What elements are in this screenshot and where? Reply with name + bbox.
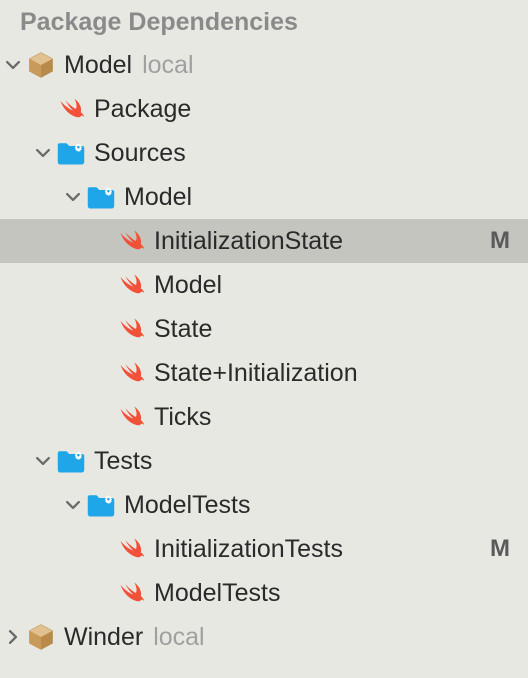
tree-sublabel: local [142, 51, 193, 80]
tree-row-initializationstate[interactable]: InitializationState M [0, 219, 528, 263]
tree-label: InitializationState [154, 227, 343, 256]
tree-row-model-package[interactable]: Model local [0, 43, 528, 87]
tree-label: Tests [94, 447, 152, 476]
disclosure-spacer [90, 536, 116, 562]
tree-row-model-file[interactable]: Model [0, 263, 528, 307]
tree-row-modeltests-folder[interactable]: ModelTests [0, 483, 528, 527]
swift-icon [116, 578, 146, 608]
swift-icon [116, 226, 146, 256]
disclosure-spacer [90, 272, 116, 298]
swift-icon [116, 534, 146, 564]
tree-label: Package [94, 95, 191, 124]
chevron-right-icon[interactable] [0, 624, 26, 650]
tree-label: State [154, 315, 212, 344]
package-icon [26, 50, 56, 80]
folder-gear-icon [56, 138, 86, 168]
tree-label: ModelTests [124, 491, 250, 520]
disclosure-spacer [90, 228, 116, 254]
project-navigator: Package Dependencies Model local Package… [0, 0, 528, 659]
tree-label: InitializationTests [154, 535, 343, 564]
tree-label: Model [124, 183, 192, 212]
disclosure-spacer [30, 96, 56, 122]
tree-row-ticks-file[interactable]: Ticks [0, 395, 528, 439]
chevron-down-icon[interactable] [30, 140, 56, 166]
tree-row-sources-model-folder[interactable]: Model [0, 175, 528, 219]
swift-icon [116, 358, 146, 388]
scm-status-badge: M [490, 535, 514, 563]
folder-gear-icon [86, 182, 116, 212]
folder-gear-icon [56, 446, 86, 476]
tree-row-sources-folder[interactable]: Sources [0, 131, 528, 175]
tree-row-state-file[interactable]: State [0, 307, 528, 351]
tree-row-modeltests-file[interactable]: ModelTests [0, 571, 528, 615]
chevron-down-icon[interactable] [30, 448, 56, 474]
tree-sublabel: local [153, 623, 204, 652]
swift-icon [116, 402, 146, 432]
tree-row-state-initialization-file[interactable]: State+Initialization [0, 351, 528, 395]
package-icon [26, 622, 56, 652]
scm-status-badge: M [490, 227, 514, 255]
swift-icon [116, 270, 146, 300]
tree-row-tests-folder[interactable]: Tests [0, 439, 528, 483]
tree-label: Model [64, 51, 132, 80]
tree-label: Model [154, 271, 222, 300]
section-header-package-dependencies: Package Dependencies [0, 4, 528, 43]
chevron-down-icon[interactable] [0, 52, 26, 78]
tree-label: ModelTests [154, 579, 280, 608]
tree-row-package-file[interactable]: Package [0, 87, 528, 131]
tree-label: Ticks [154, 403, 211, 432]
tree-row-winder-package[interactable]: Winder local [0, 615, 528, 659]
swift-icon [56, 94, 86, 124]
chevron-down-icon[interactable] [60, 492, 86, 518]
disclosure-spacer [90, 580, 116, 606]
tree-label: Sources [94, 139, 186, 168]
tree-label: State+Initialization [154, 359, 358, 388]
folder-gear-icon [86, 490, 116, 520]
swift-icon [116, 314, 146, 344]
disclosure-spacer [90, 360, 116, 386]
tree-label: Winder [64, 623, 143, 652]
chevron-down-icon[interactable] [60, 184, 86, 210]
tree-row-initializationtests[interactable]: InitializationTests M [0, 527, 528, 571]
disclosure-spacer [90, 316, 116, 342]
disclosure-spacer [90, 404, 116, 430]
